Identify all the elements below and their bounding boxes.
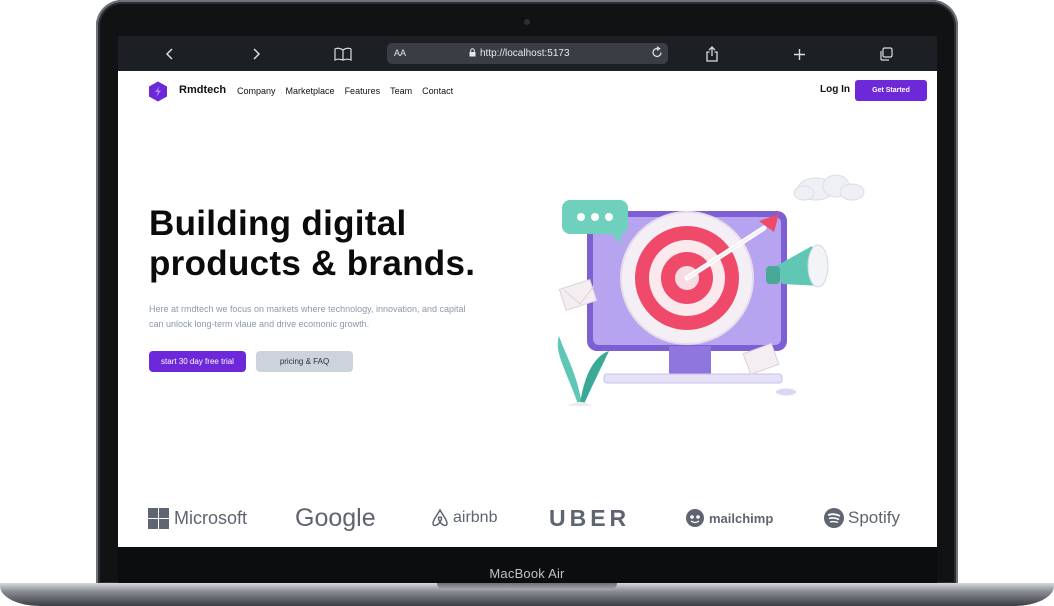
airbnb-logo-icon [432, 508, 448, 527]
mailchimp-logo-icon [686, 509, 704, 527]
share-icon[interactable] [705, 45, 719, 63]
nav-marketplace[interactable]: Marketplace [286, 86, 335, 96]
back-icon[interactable] [163, 45, 177, 63]
reload-icon[interactable] [651, 46, 663, 62]
partner-google: Google [295, 503, 376, 532]
login-link[interactable]: Log In [820, 84, 850, 95]
address-bar[interactable]: AA http://localhost:5173 [387, 43, 668, 64]
pricing-faq-button[interactable]: pricing & FAQ [256, 351, 353, 372]
nav-links: Company Marketplace Features Team Contac… [237, 86, 453, 96]
hero-title-line-2: products & brands. [149, 244, 476, 283]
partner-spotify: Spotify [823, 502, 900, 534]
hero-subtitle: Here at rmdtech we focus on markets wher… [149, 302, 539, 332]
microsoft-logo-icon [148, 507, 169, 529]
tabs-overview-icon[interactable] [878, 45, 894, 63]
nav-company[interactable]: Company [237, 86, 276, 96]
forward-icon[interactable] [249, 45, 263, 63]
hero-illustration [554, 166, 874, 418]
free-trial-button[interactable]: start 30 day free trial [149, 351, 246, 372]
browser-toolbar: AA http://localhost:5173 [118, 36, 937, 71]
text-size-button[interactable]: AA [394, 48, 406, 58]
partner-airbnb: airbnb [430, 502, 497, 534]
cloud-icon [793, 174, 865, 201]
get-started-button[interactable]: Get Started [855, 80, 927, 101]
site-header: Rmdtech Company Marketplace Features Tea… [118, 71, 937, 111]
nav-features[interactable]: Features [345, 86, 381, 96]
spotify-logo-icon [824, 508, 844, 528]
new-tab-icon[interactable] [792, 45, 806, 63]
hero-subtitle-line-2: can unlock long-term vlaue and drive eco… [149, 319, 370, 329]
brand-name[interactable]: Rmdtech [179, 84, 226, 96]
camera-icon [524, 19, 530, 25]
nav-team[interactable]: Team [390, 86, 412, 96]
nav-contact[interactable]: Contact [422, 86, 453, 96]
partner-uber: UBER [549, 504, 631, 531]
partner-microsoft: Microsoft [148, 502, 247, 534]
bookmarks-icon[interactable] [334, 45, 352, 63]
partner-mailchimp: mailchimp [684, 502, 773, 534]
hero-title-line-1: Building digital [149, 204, 407, 243]
laptop-notch [437, 583, 617, 590]
partner-logos: Microsoft Google airbnb UBER mailchimp S… [148, 502, 908, 534]
logo-icon[interactable] [148, 81, 168, 107]
url-text: http://localhost:5173 [480, 48, 570, 59]
hero-title: Building digital products & brands. [149, 204, 549, 284]
device-model-label: MacBook Air [489, 566, 565, 581]
hero-subtitle-line-1: Here at rmdtech we focus on markets wher… [149, 304, 466, 314]
lock-icon [469, 48, 476, 60]
browser-window: AA http://localhost:5173 Rmdtech Company… [118, 36, 937, 547]
